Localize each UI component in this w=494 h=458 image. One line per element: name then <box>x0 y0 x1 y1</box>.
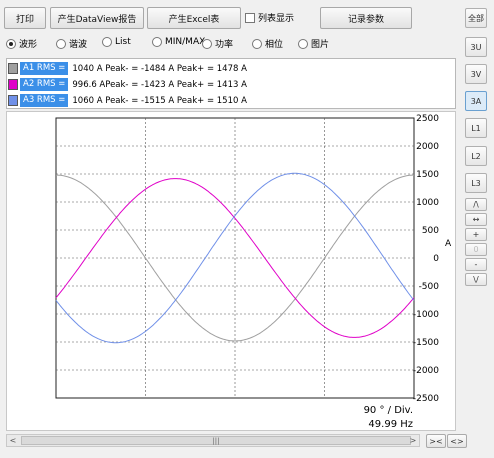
3u-button[interactable]: 3U <box>465 37 487 57</box>
legend-value: 1060 A Peak- = -1515 A Peak+ = 1510 A <box>72 95 247 106</box>
radio-dot[interactable] <box>102 37 112 47</box>
zoom-in-button[interactable]: + <box>465 228 487 241</box>
y-tick-label: 2500 <box>416 114 439 124</box>
3v-button[interactable]: 3V <box>465 64 487 84</box>
scroll-right-arrow[interactable]: > <box>407 435 419 446</box>
print-button[interactable]: 打印 <box>4 7 46 29</box>
legend-tag: A3 RMS = <box>20 94 69 107</box>
radio-power[interactable]: 功率 <box>202 37 233 50</box>
legend-swatch <box>8 63 18 74</box>
waveform-svg[interactable]: 2500 2000 1500 1000 500 0 -500 -1000 -1500 -2000 -… <box>7 112 455 430</box>
record-params-button[interactable]: 记录参数 <box>320 7 412 29</box>
scroll-up-button[interactable]: /\ <box>465 198 487 211</box>
3a-button[interactable]: 3A <box>465 91 487 111</box>
dataview-report-button[interactable]: 产生DataView报告 <box>50 7 144 29</box>
scroll-down-button[interactable]: \/ <box>465 273 487 286</box>
list-display-checkbox[interactable]: 列表显示 <box>245 11 294 24</box>
list-display-label: 列表显示 <box>258 14 295 24</box>
radio-dot[interactable] <box>152 37 162 47</box>
scroll-thumb[interactable]: ||| <box>21 436 411 445</box>
radio-image[interactable]: 图片 <box>298 37 329 50</box>
radio-image-label: 图片 <box>311 40 330 50</box>
radio-phase-label: 相位 <box>265 40 284 50</box>
radio-power-label: 功率 <box>215 40 234 50</box>
legend-swatch <box>8 79 18 90</box>
legend-row-a1[interactable]: A1 RMS = 1040 A Peak- = -1484 A Peak+ = … <box>8 61 247 76</box>
legend-swatch <box>8 95 18 106</box>
channel-legend: A1 RMS = 1040 A Peak- = -1484 A Peak+ = … <box>6 58 456 109</box>
radio-minmax-label: MIN/MAX <box>165 37 206 47</box>
l1-button[interactable]: L1 <box>465 118 487 138</box>
expand-time-button[interactable]: <> <box>447 434 467 448</box>
toolbar: 打印 产生DataView报告 产生Excel表 列表显示 记录参数 <box>4 7 460 31</box>
expand-button[interactable]: ↔ <box>465 213 487 226</box>
radio-dot[interactable] <box>252 38 262 49</box>
legend-tag: A1 RMS = <box>20 62 69 75</box>
fit-button[interactable]: >< <box>426 434 446 448</box>
checkbox-box[interactable] <box>245 12 255 23</box>
l2-button[interactable]: L2 <box>465 146 487 166</box>
radio-minmax[interactable]: MIN/MAX <box>152 37 205 47</box>
radio-harmonics[interactable]: 谐波 <box>56 37 87 50</box>
radio-list[interactable]: List <box>102 37 131 47</box>
zero-button[interactable]: 0 <box>465 243 487 256</box>
y-tick-label: -2500 <box>413 394 439 404</box>
radio-dot[interactable] <box>6 38 16 49</box>
zoom-out-button[interactable]: - <box>465 258 487 271</box>
legend-row-a3[interactable]: A3 RMS = 1060 A Peak- = -1515 A Peak+ = … <box>8 93 247 108</box>
y-tick-label: 1000 <box>416 198 439 208</box>
radio-phase[interactable]: 相位 <box>252 37 283 50</box>
radio-list-label: List <box>115 37 131 47</box>
y-unit-label: A <box>445 239 452 249</box>
y-tick-label: 0 <box>433 254 439 264</box>
legend-tag: A2 RMS = <box>20 78 69 91</box>
radio-dot[interactable] <box>202 38 212 49</box>
y-tick-label: -1000 <box>413 310 439 320</box>
division-label: 90 ° / Div. <box>364 405 413 416</box>
y-tick-label: 1500 <box>416 170 439 180</box>
legend-row-a2[interactable]: A2 RMS = 996.6 APeak- = -1423 A Peak+ = … <box>8 77 247 92</box>
radio-waveform-label: 波形 <box>19 40 38 50</box>
horizontal-scrollbar[interactable]: < ||| > <box>6 434 420 447</box>
l3-button[interactable]: L3 <box>465 173 487 193</box>
excel-report-button[interactable]: 产生Excel表 <box>147 7 241 29</box>
mode-selector: 波形 谐波 List MIN/MAX 功率 相位 图片 <box>6 37 462 53</box>
radio-harmonics-label: 谐波 <box>69 40 88 50</box>
y-tick-label: 500 <box>422 226 439 236</box>
frequency-label: 49.99 Hz <box>368 419 413 430</box>
scroll-left-arrow[interactable]: < <box>7 435 19 446</box>
y-tick-label: -1500 <box>413 338 439 348</box>
y-tick-label: -2000 <box>413 366 439 376</box>
legend-value: 996.6 APeak- = -1423 A Peak+ = 1413 A <box>72 79 247 90</box>
y-tick-label: -500 <box>419 282 440 292</box>
y-tick-label: 2000 <box>416 142 439 152</box>
all-button[interactable]: 全部 <box>465 8 487 28</box>
radio-dot[interactable] <box>298 38 308 49</box>
legend-value: 1040 A Peak- = -1484 A Peak+ = 1478 A <box>72 63 247 74</box>
waveform-plot[interactable]: 2500 2000 1500 1000 500 0 -500 -1000 -1500 -2000 -… <box>6 111 456 431</box>
radio-dot[interactable] <box>56 38 66 49</box>
radio-waveform[interactable]: 波形 <box>6 37 37 50</box>
